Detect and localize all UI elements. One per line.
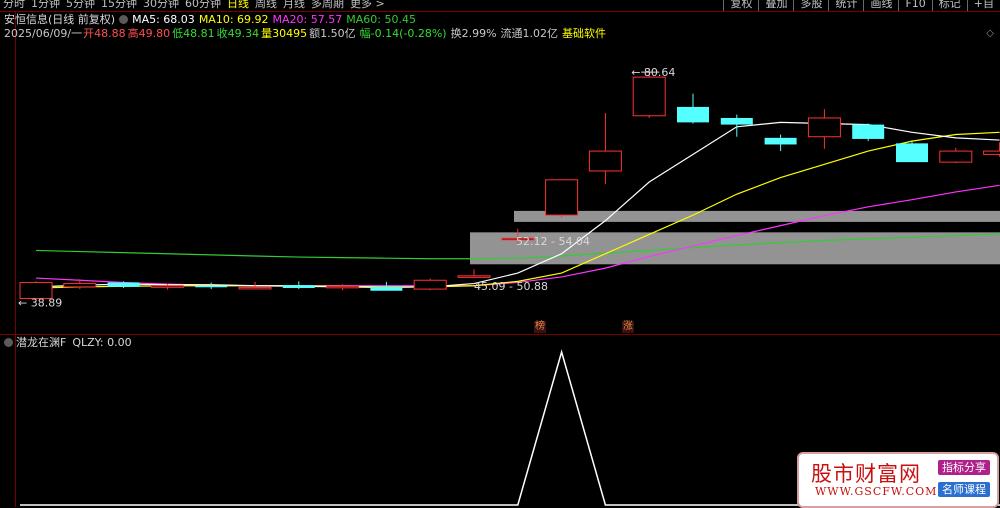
candle-body [150, 285, 184, 288]
zone-lower-label: 45.09 - 50.88 [474, 280, 548, 293]
watermark-title: 股市财富网 [811, 462, 921, 486]
low-price-label: ← 38.89 [18, 297, 62, 310]
candle-body [63, 283, 97, 288]
indicator-value: QLZY: 0.00 [72, 336, 132, 349]
candle-body [720, 117, 753, 125]
high-price-label: ← 80.64 [631, 66, 675, 79]
candle-body [326, 285, 360, 289]
candle-body [632, 76, 666, 117]
candle-body [195, 285, 228, 288]
volume-value: 量30495 [261, 27, 308, 40]
indicator-settings-dot-icon[interactable] [4, 338, 13, 347]
corner-diamond-icon[interactable]: ◇ [986, 28, 994, 39]
ma5-value: MA5: 68.03 [132, 13, 195, 26]
candle-body [807, 117, 841, 138]
date-value: 2025/06/09/一 [4, 27, 83, 40]
candle-body [457, 275, 491, 278]
candle-body [282, 285, 315, 288]
float-value: 流通1.02亿 [500, 27, 559, 40]
ma60-value: MA60: 50.45 [346, 13, 416, 26]
sector-link[interactable]: 基础软件 [562, 27, 606, 40]
watermark-tag-course: 名师课程 [938, 482, 990, 497]
candle-body [852, 124, 885, 139]
candle-body [939, 150, 973, 163]
ma-info-row: 安恒信息(日线 前复权) MA5: 68.03 MA10: 69.92 MA20: 5… [4, 13, 420, 27]
candle-body [764, 137, 797, 145]
candle-body [238, 286, 272, 290]
candle-body [413, 279, 447, 290]
candle-body [896, 143, 928, 163]
indicator-title-row: 潜龙在渊F QLZY: 0.00 [4, 336, 138, 350]
marker-zhang[interactable]: 涨 [622, 321, 634, 333]
ma10-line [35, 131, 1000, 289]
candle-body [107, 282, 140, 287]
ma20-value: MA20: 57.57 [272, 13, 343, 26]
open-value: 开48.88 [83, 27, 126, 40]
candle-body [983, 150, 1000, 155]
watermark-url: WWW.GSCFW.COM [815, 485, 938, 498]
kline-chart[interactable]: ← 80.64 ← 38.89 52.12 - 54.04 45.09 - 50.88 [0, 0, 1000, 507]
zone-upper-label: 52.12 - 54.04 [516, 235, 590, 248]
close-value: 收49.34 [216, 27, 260, 40]
amount-value: 额1.50亿 [309, 27, 356, 40]
candle-body [370, 286, 403, 291]
candle-body [588, 150, 622, 172]
watermark-tag-share: 指标分享 [938, 460, 990, 475]
change-value: 幅-0.14(-0.28%) [359, 27, 447, 40]
candle-body [677, 106, 709, 123]
low-value: 低48.81 [172, 27, 215, 40]
indicator-name[interactable]: 潜龙在渊F [16, 336, 66, 349]
ma10-value: MA10: 69.92 [198, 13, 269, 26]
high-value: 高49.80 [127, 27, 171, 40]
candle-body [545, 179, 579, 216]
stock-name[interactable]: 安恒信息(日线 前复权) [4, 13, 115, 26]
turnover-value: 换2.99% [450, 27, 497, 40]
settings-dot-icon[interactable] [119, 15, 129, 24]
watermark-logo: 股市财富网 WWW.GSCFW.COM 指标分享 名师课程 [797, 452, 999, 508]
marker-bang[interactable]: 榜 [534, 321, 546, 333]
ohlc-info-row: 2025/06/09/一开48.88 高49.80 低48.81 收49.34 量304… [4, 27, 610, 41]
support-zone-band [514, 210, 1000, 222]
